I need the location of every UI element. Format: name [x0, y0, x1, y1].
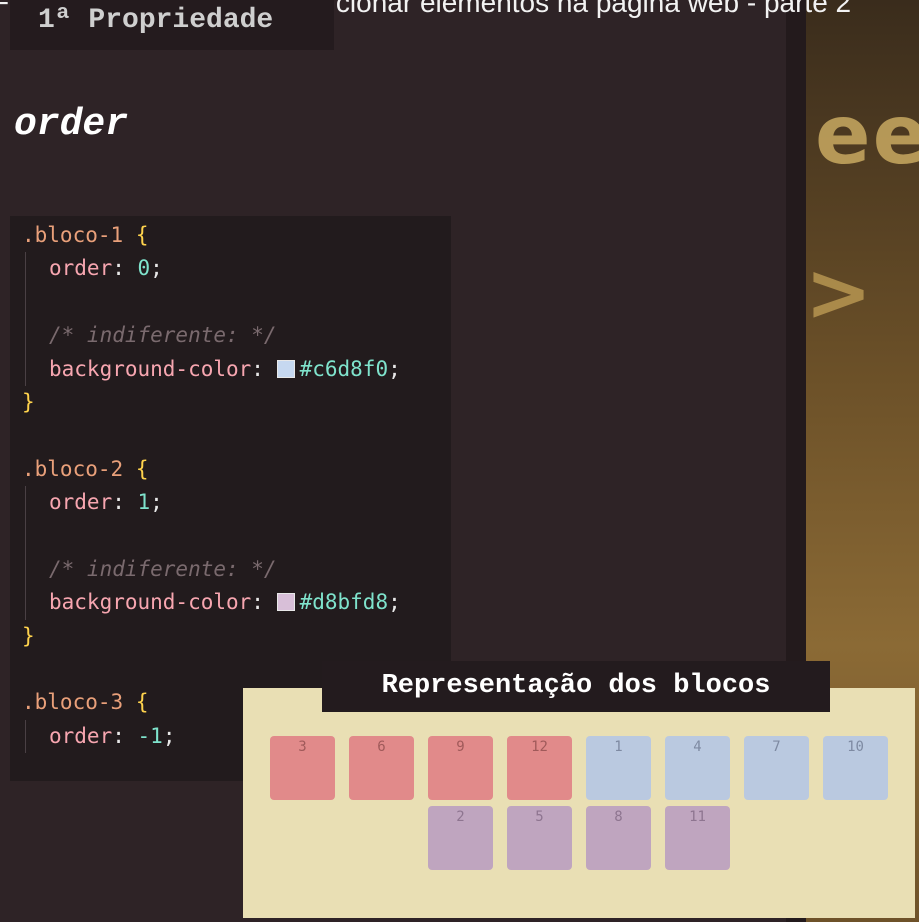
code-line: }: [22, 386, 401, 419]
block-item: 11: [665, 806, 730, 870]
property-name: background-color: [49, 590, 252, 615]
property-name: order: [49, 256, 113, 281]
property-value: 0: [137, 256, 151, 281]
property-value: #c6d8f0: [299, 356, 389, 381]
property-value: -1: [137, 723, 163, 748]
block-item: 2: [428, 806, 493, 870]
representation-label: Representação dos blocos: [322, 661, 830, 712]
property-name: background-color: [49, 356, 252, 381]
code-line: /* indiferente: */: [22, 552, 401, 587]
code-line: background-color: #c6d8f0;: [22, 352, 401, 387]
open-brace: {: [135, 690, 149, 715]
open-brace: {: [135, 456, 149, 481]
close-brace: }: [22, 623, 35, 648]
selector: .bloco-1: [22, 223, 124, 247]
chevron-right-icon: >: [805, 246, 873, 339]
code-line: .bloco-2 {: [22, 453, 401, 486]
selector: .bloco-2: [22, 456, 124, 481]
blocks-representation-panel: 3 6 9 12 1 4 7 10 2 5 8 11: [243, 688, 915, 918]
block-item: 10: [823, 736, 888, 800]
code-line: }: [22, 620, 401, 653]
property-badge-label: 1ª Propriedade: [38, 5, 274, 36]
color-swatch-icon: [276, 359, 295, 378]
block-item: 4: [665, 736, 730, 800]
code-line: [22, 519, 401, 554]
block-item: 6: [349, 736, 414, 800]
block-item: 9: [428, 736, 493, 800]
block-item: 3: [270, 736, 335, 800]
code-line: [22, 285, 401, 320]
selector: .bloco-3: [22, 690, 124, 715]
code-comment: /* indiferente: */: [49, 556, 277, 581]
property-value: 1: [137, 490, 151, 515]
block-item: 12: [507, 736, 572, 800]
open-brace: {: [135, 223, 149, 247]
code-line: .bloco-1 {: [22, 219, 401, 252]
page-heading: order: [14, 103, 129, 146]
block-item: 8: [586, 806, 651, 870]
property-name: order: [49, 723, 113, 748]
code-line: order: 0;: [22, 252, 401, 287]
block-item: 1: [586, 736, 651, 800]
property-name: order: [49, 490, 113, 515]
color-swatch-icon: [276, 593, 295, 612]
property-badge: 1ª Propriedade: [10, 0, 334, 50]
property-value: #d8bfd8: [299, 590, 389, 615]
code-comment: /* indiferente: */: [49, 323, 277, 348]
code-line: /* indiferente: */: [22, 319, 401, 353]
block-item: 5: [507, 806, 572, 870]
background-text: ee: [815, 88, 919, 183]
code-line: order: 1;: [22, 486, 401, 520]
code-line: background-color: #d8bfd8;: [22, 586, 401, 621]
close-brace: }: [22, 389, 35, 414]
block-item: 7: [744, 736, 809, 800]
